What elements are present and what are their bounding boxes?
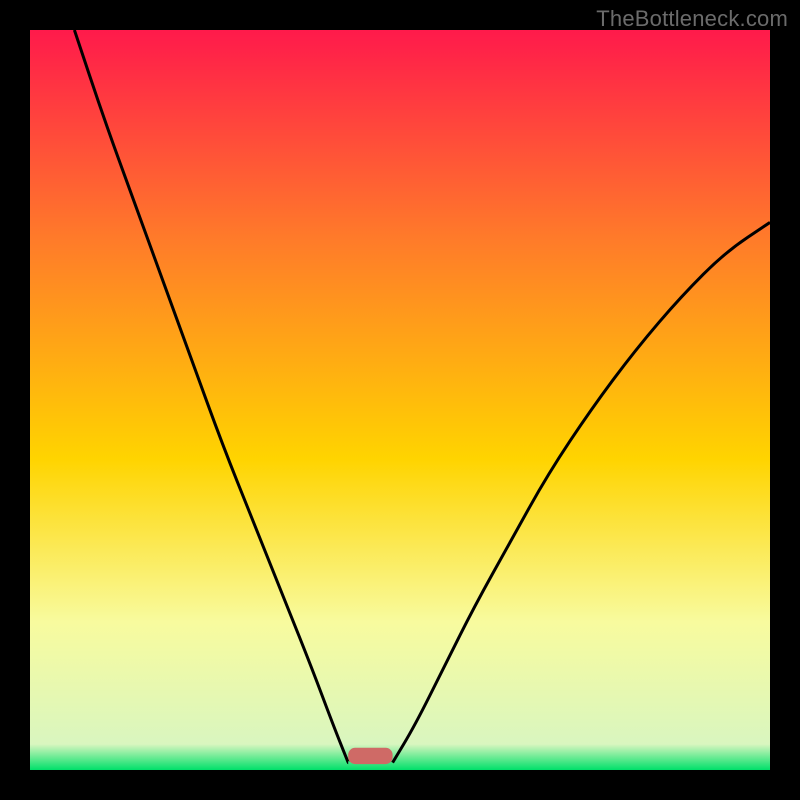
chart-frame	[30, 30, 770, 770]
gradient-background	[30, 30, 770, 770]
optimum-marker	[348, 748, 392, 764]
watermark-text: TheBottleneck.com	[596, 6, 788, 32]
bottleneck-curve-chart	[30, 30, 770, 770]
